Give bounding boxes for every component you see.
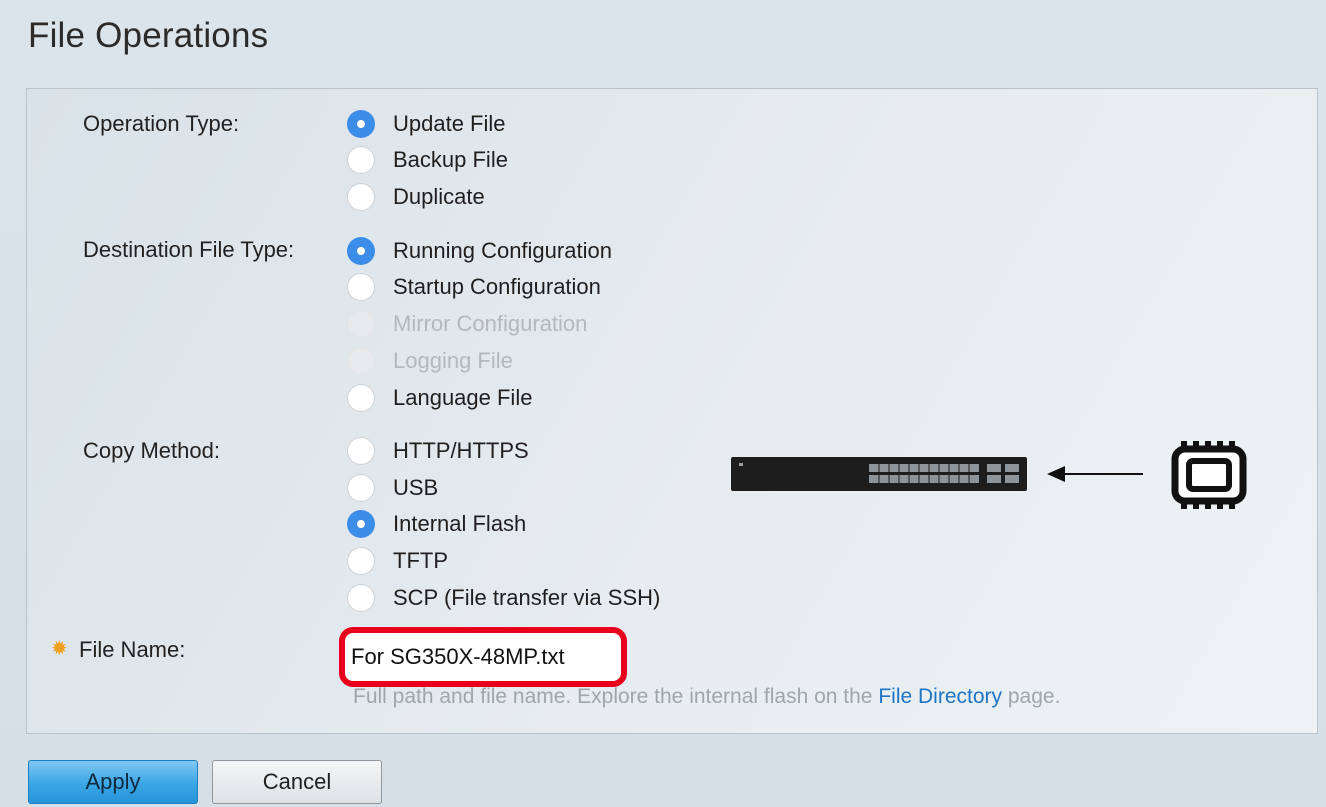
arrow-left-icon: [1047, 466, 1143, 482]
file-operations-form: Operation Type: Update File Backup File …: [26, 88, 1318, 734]
flash-memory-chip-icon: [1171, 441, 1247, 509]
option-label: Internal Flash: [393, 511, 527, 536]
file-name-hint: Full path and file name. Explore the int…: [353, 685, 1060, 709]
option-label: SCP (File transfer via SSH): [393, 585, 661, 610]
radio-button[interactable]: [347, 547, 375, 575]
radio-button-disabled: [347, 347, 375, 375]
option-label: Language File: [393, 385, 533, 410]
radio-button-selected[interactable]: [347, 510, 375, 538]
radio-button[interactable]: [347, 474, 375, 502]
operation-type-duplicate[interactable]: Duplicate: [347, 182, 485, 212]
destination-startup-configuration[interactable]: Startup Configuration: [347, 272, 601, 302]
radio-button-selected[interactable]: [347, 237, 375, 265]
page-title: File Operations: [28, 16, 269, 55]
radio-button[interactable]: [347, 146, 375, 174]
option-label: USB: [393, 475, 439, 500]
radio-button[interactable]: [347, 183, 375, 211]
copy-method-tftp[interactable]: TFTP: [347, 546, 448, 576]
copy-method-diagram: [731, 441, 1247, 509]
destination-language-file[interactable]: Language File: [347, 383, 532, 413]
destination-logging-file: Logging File: [347, 346, 513, 376]
option-label: Running Configuration: [393, 238, 612, 263]
option-label: Logging File: [393, 348, 513, 373]
option-label: TFTP: [393, 548, 448, 573]
radio-button[interactable]: [347, 584, 375, 612]
radio-button[interactable]: [347, 273, 375, 301]
file-name-highlight: [339, 627, 627, 687]
copy-method-label: Copy Method:: [83, 438, 220, 463]
destination-running-configuration[interactable]: Running Configuration: [347, 236, 612, 266]
operation-type-label: Operation Type:: [83, 111, 240, 136]
option-label: Update File: [393, 111, 506, 136]
option-label: HTTP/HTTPS: [393, 438, 529, 463]
cancel-button[interactable]: Cancel: [212, 760, 382, 804]
file-operations-page: File Operations Operation Type: Update F…: [0, 0, 1326, 807]
operation-type-backup-file[interactable]: Backup File: [347, 145, 508, 175]
file-name-label: File Name:: [79, 637, 186, 662]
destination-mirror-configuration: Mirror Configuration: [347, 309, 587, 339]
file-directory-link[interactable]: File Directory: [878, 685, 1002, 708]
option-label: Backup File: [393, 147, 508, 172]
radio-button[interactable]: [347, 437, 375, 465]
destination-file-type-label: Destination File Type:: [83, 237, 295, 262]
radio-button[interactable]: [347, 384, 375, 412]
apply-button[interactable]: Apply: [28, 760, 198, 804]
radio-button-disabled: [347, 310, 375, 338]
operation-type-update-file[interactable]: Update File: [347, 109, 506, 139]
option-label: Duplicate: [393, 184, 485, 209]
copy-method-scp[interactable]: SCP (File transfer via SSH): [347, 583, 660, 613]
option-label: Mirror Configuration: [393, 311, 588, 336]
hint-text-prefix: Full path and file name. Explore the int…: [353, 685, 879, 708]
network-switch-icon: [731, 457, 1027, 491]
copy-method-http-https[interactable]: HTTP/HTTPS: [347, 436, 529, 466]
gear-icon: ✹: [51, 638, 68, 660]
radio-button-selected[interactable]: [347, 110, 375, 138]
file-name-input[interactable]: [351, 639, 615, 675]
option-label: Startup Configuration: [393, 274, 601, 299]
copy-method-usb[interactable]: USB: [347, 473, 438, 503]
hint-text-suffix: page.: [1002, 685, 1061, 708]
copy-method-internal-flash[interactable]: Internal Flash: [347, 509, 526, 539]
